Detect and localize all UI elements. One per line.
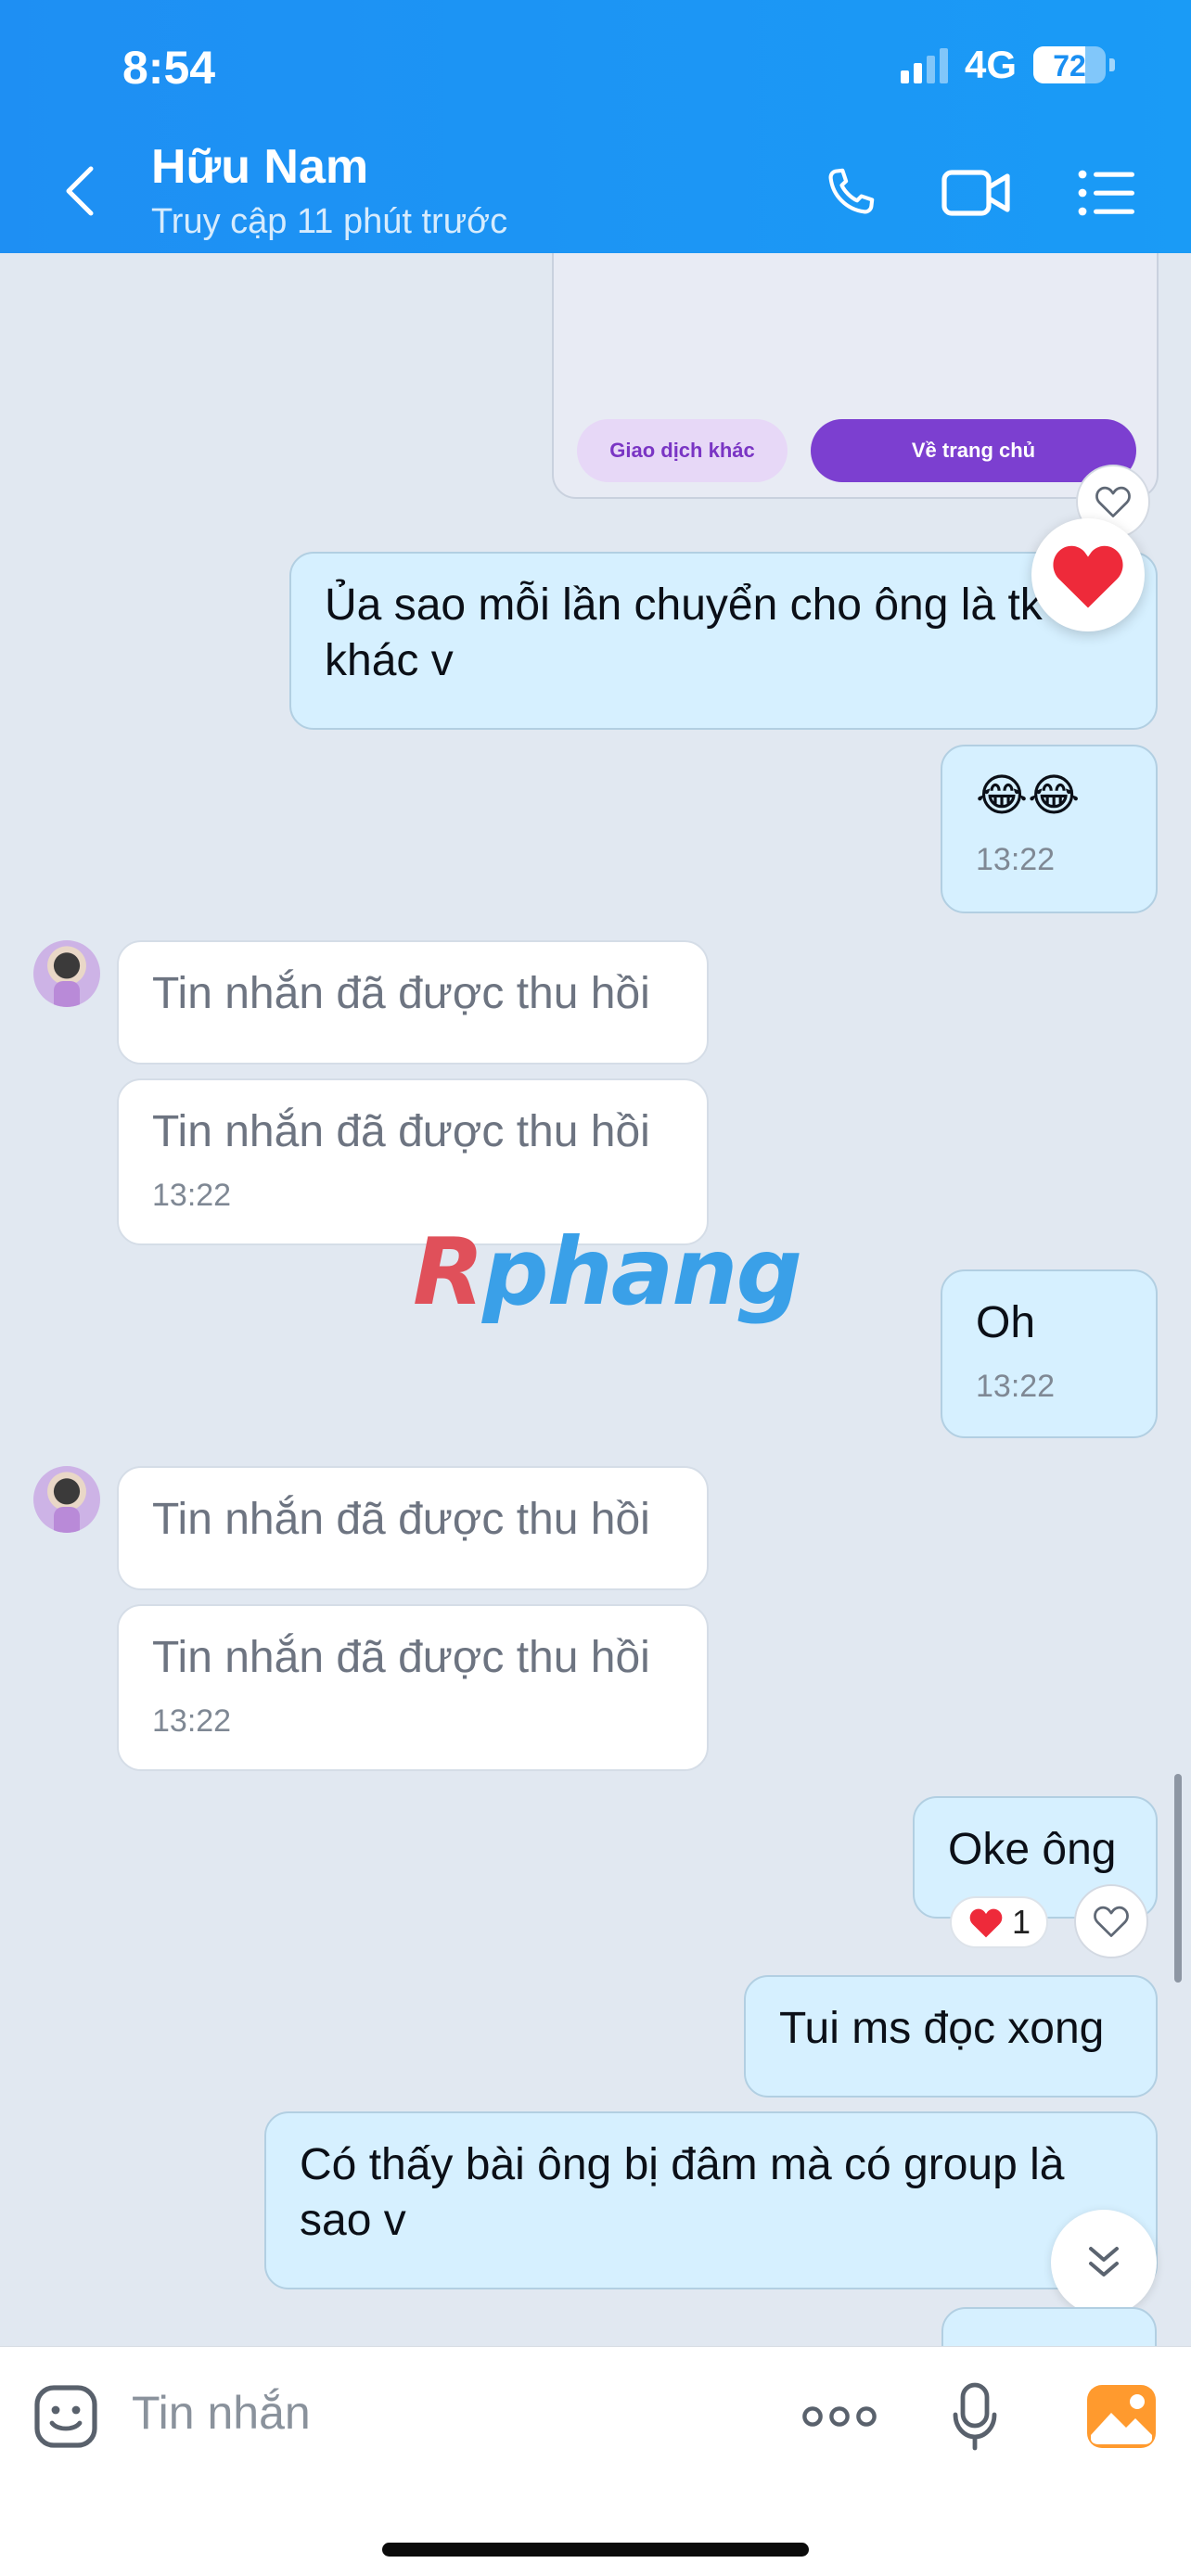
contact-avatar[interactable] — [33, 1466, 100, 1533]
transaction-card: Giao dịch khác Về trang chủ — [552, 253, 1159, 499]
recalled-message-text: Tin nhắn đã được thu hồi — [152, 969, 650, 1018]
recalled-message-text: Tin nhắn đã được thu hồi — [152, 1633, 650, 1682]
message-bubble-partial[interactable] — [941, 2307, 1157, 2346]
message-time: 13:22 — [152, 1178, 232, 1213]
other-transaction-button[interactable]: Giao dịch khác — [577, 419, 788, 482]
recalled-message-text: Tin nhắn đã được thu hồi — [152, 1107, 650, 1156]
message-time: 13:22 — [976, 842, 1056, 877]
network-type: 4G — [964, 43, 1017, 86]
back-arrow-icon — [66, 166, 94, 216]
message-bubble-outgoing[interactable]: Oh 13:22 — [941, 1269, 1158, 1438]
message-text: 😂😂 — [976, 772, 1081, 821]
message-text: Có thấy bài ông bị đâm mà có group là sa… — [300, 2140, 1065, 2245]
video-call-button[interactable] — [940, 156, 1014, 230]
contact-name[interactable]: Hữu Nam — [151, 139, 368, 195]
contact-avatar[interactable] — [33, 940, 100, 1007]
home-indicator — [382, 2543, 809, 2557]
battery-percent: 72 — [1053, 49, 1086, 83]
reaction-count: 1 — [1011, 1903, 1031, 1941]
more-options-button[interactable] — [798, 2375, 881, 2458]
call-button[interactable] — [813, 156, 887, 230]
message-bubble-incoming[interactable]: Tin nhắn đã được thu hồi — [117, 940, 709, 1065]
double-chevron-down-icon — [1089, 2247, 1119, 2276]
status-time: 8:54 — [122, 42, 216, 94]
message-text: Tui ms đọc xong — [779, 2004, 1105, 2053]
reaction-count-badge[interactable]: 1 — [950, 1896, 1048, 1948]
message-time: 13:22 — [976, 1369, 1056, 1404]
heart-icon — [969, 1908, 1003, 1938]
heart-outline-icon — [1094, 1906, 1129, 1937]
react-button[interactable] — [1074, 1884, 1148, 1958]
signal-icon — [900, 46, 948, 83]
chat-menu-button[interactable] — [1069, 156, 1144, 230]
sticker-icon — [34, 2385, 97, 2448]
recalled-message-text: Tin nhắn đã được thu hồi — [152, 1495, 650, 1544]
watermark: Rphang — [413, 1218, 802, 1326]
message-bubble-incoming[interactable]: Tin nhắn đã được thu hồi — [117, 1466, 709, 1590]
more-dots-icon — [802, 2406, 877, 2427]
voice-record-button[interactable] — [933, 2375, 1017, 2458]
gallery-button[interactable] — [1080, 2375, 1163, 2458]
back-button[interactable] — [56, 156, 102, 226]
message-bubble-outgoing[interactable]: 😂😂 13:22 — [941, 745, 1158, 913]
message-time: 13:22 — [152, 1703, 232, 1739]
menu-list-icon — [1078, 170, 1134, 216]
heart-reaction[interactable] — [1031, 518, 1145, 631]
message-text: Oke ông — [948, 1825, 1117, 1874]
microphone-icon — [953, 2382, 997, 2451]
scroll-to-bottom-button[interactable] — [1051, 2210, 1157, 2315]
video-call-icon — [941, 170, 1010, 216]
battery-icon: 72 — [1033, 46, 1106, 83]
phone-icon — [828, 168, 875, 214]
message-input-bar: Tin nhắn — [0, 2346, 1191, 2576]
chat-area[interactable]: Giao dịch khác Về trang chủ Ủa sao mỗi l… — [0, 253, 1191, 2346]
message-bubble-outgoing[interactable]: Tui ms đọc xong — [744, 1975, 1158, 2098]
last-seen-status: Truy cập 11 phút trước — [151, 202, 508, 241]
message-text: Oh — [976, 1298, 1036, 1347]
heart-outline-icon — [1095, 486, 1131, 517]
sticker-button[interactable] — [24, 2375, 108, 2458]
message-bubble-incoming[interactable]: Tin nhắn đã được thu hồi 13:22 — [117, 1604, 709, 1771]
scrollbar[interactable] — [1174, 1774, 1182, 1983]
heart-icon — [1053, 545, 1123, 608]
message-bubble-outgoing[interactable]: Có thấy bài ông bị đâm mà có group là sa… — [264, 2111, 1158, 2289]
battery-tip — [1109, 58, 1115, 71]
chat-header: 8:54 4G 72 Hữu Nam Truy cập 11 phút trướ… — [0, 0, 1191, 253]
status-indicators: 4G 72 — [900, 43, 1115, 87]
image-gallery-icon — [1087, 2385, 1156, 2448]
message-bubble-outgoing[interactable]: Ủa sao mỗi lần chuyển cho ông là tk khác… — [289, 552, 1158, 730]
home-page-button[interactable]: Về trang chủ — [811, 419, 1136, 482]
message-input[interactable]: Tin nhắn — [132, 2386, 311, 2440]
message-text: Ủa sao mỗi lần chuyển cho ông là tk khác… — [325, 580, 1043, 685]
